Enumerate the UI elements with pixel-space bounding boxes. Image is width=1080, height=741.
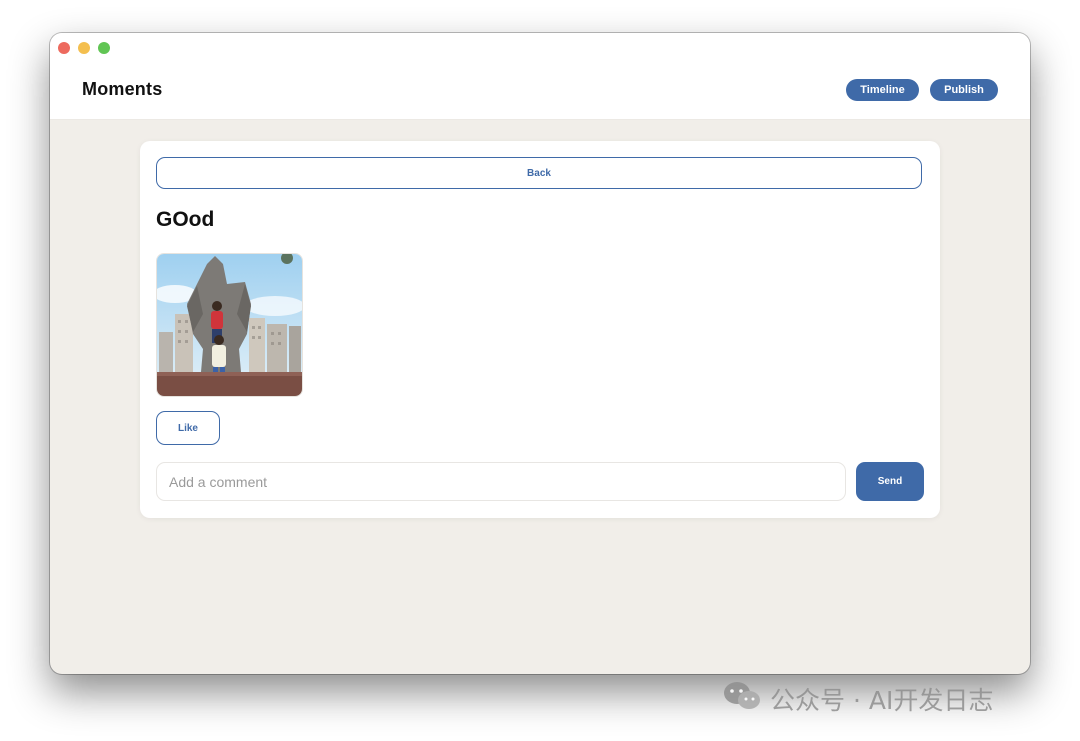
wechat-icon	[722, 680, 762, 717]
watermark: 公众号 · AI开发日志	[722, 680, 993, 717]
post-photo[interactable]	[156, 253, 303, 397]
comment-input[interactable]	[156, 462, 846, 501]
post-title: GOod	[156, 208, 215, 231]
publish-button[interactable]: Publish	[930, 79, 998, 101]
zoom-window-button[interactable]	[98, 42, 110, 54]
app-title: Moments	[82, 79, 163, 99]
watermark-text: 公众号 · AI开发日志	[770, 685, 994, 715]
post-detail-card: Back GOod Like Add a comment Send	[140, 141, 940, 518]
back-button[interactable]: Back	[156, 157, 922, 189]
send-button[interactable]: Send	[856, 462, 924, 501]
minimize-window-button[interactable]	[78, 42, 90, 54]
like-button[interactable]: Like	[156, 411, 220, 445]
app-window: Moments Timeline Publish Back GOod Like …	[50, 33, 1030, 674]
timeline-button[interactable]: Timeline	[846, 79, 919, 101]
header-bar: Moments Timeline Publish	[50, 33, 1030, 120]
close-window-button[interactable]	[58, 42, 70, 54]
